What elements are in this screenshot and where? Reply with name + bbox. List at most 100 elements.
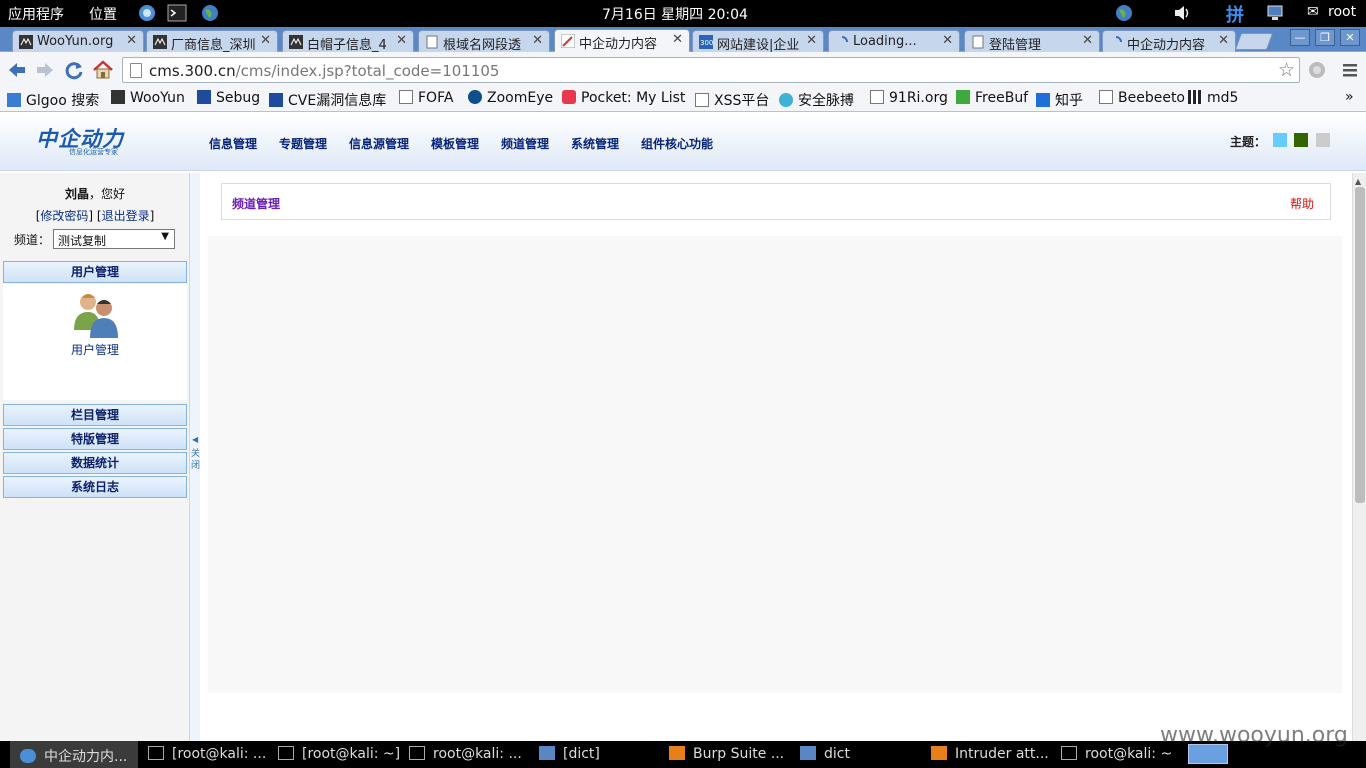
network-connection-icon[interactable] — [1265, 3, 1285, 23]
close-icon[interactable]: ✕ — [260, 33, 271, 48]
bookmark-item[interactable]: 91Ri.org — [870, 90, 948, 106]
section-user-management[interactable]: 用户管理 — [3, 261, 187, 283]
search-icon — [7, 93, 21, 107]
close-window-button[interactable]: ✕ — [1340, 29, 1360, 46]
theme-swatch-green[interactable] — [1294, 133, 1308, 147]
taskbar-window[interactable]: root@kali: ... — [409, 741, 531, 768]
bookmark-item[interactable]: Pocket: My List — [562, 90, 685, 106]
close-icon[interactable]: ✕ — [806, 33, 817, 48]
nav-template-management[interactable]: 模板管理 — [431, 135, 479, 152]
taskbar-window[interactable]: [dict] — [539, 741, 661, 768]
taskbar-window[interactable]: Intruder att... — [931, 741, 1053, 768]
bookmark-item[interactable]: FOFA — [399, 90, 453, 106]
bookmark-star-icon[interactable]: ☆ — [1278, 59, 1295, 81]
applications-menu[interactable]: 应用程序 — [8, 4, 64, 24]
close-icon[interactable]: ✕ — [126, 33, 137, 48]
bookmark-item[interactable]: Beebeeto — [1099, 90, 1185, 106]
bookmark-item[interactable]: XSS平台 — [695, 90, 769, 110]
section-data-statistics[interactable]: 数据统计 — [3, 452, 187, 474]
bookmarks-overflow-button[interactable]: » — [1345, 89, 1354, 105]
taskbar-window[interactable]: Burp Suite ... — [669, 741, 791, 768]
bookmark-item[interactable]: FreeBuf — [956, 90, 1028, 106]
extension-globe-icon[interactable] — [1306, 59, 1328, 81]
watermark: www.wooyun.org — [1160, 723, 1348, 748]
browser-tab[interactable]: 300 网站建设|企业 ✕ — [692, 30, 824, 52]
browser-tab[interactable]: 登陆管理 ✕ — [964, 30, 1100, 52]
close-icon[interactable]: ✕ — [396, 33, 407, 48]
restore-window-button[interactable]: ❐ — [1315, 29, 1335, 46]
network-globe-icon[interactable] — [1114, 3, 1134, 23]
browser-launcher-icon[interactable] — [137, 3, 157, 23]
minimize-window-button[interactable]: — — [1290, 29, 1310, 46]
bookmark-item[interactable]: CVE漏洞信息库 — [269, 90, 386, 110]
bookmark-item[interactable]: ZoomEye — [468, 90, 553, 106]
browser-tab[interactable]: 根域名网段透 ✕ — [418, 30, 550, 52]
browser-tab[interactable]: 白帽子信息_4 ✕ — [282, 30, 414, 52]
browser-tab[interactable]: WooYun.org ✕ — [12, 30, 144, 52]
nav-info-management[interactable]: 信息管理 — [209, 135, 257, 152]
bookmark-item[interactable]: Glgoo 搜索 — [7, 90, 99, 110]
breadcrumb: 频道管理 帮助 — [221, 183, 1331, 220]
theme-swatch-gray[interactable] — [1316, 133, 1330, 147]
nav-channel-management[interactable]: 频道管理 — [501, 135, 549, 152]
nav-source-management[interactable]: 信息源管理 — [349, 135, 409, 152]
globe-launcher-icon[interactable] — [200, 3, 220, 23]
address-bar[interactable]: cms.300.cn/cms/index.jsp?total_code=1011… — [122, 57, 1300, 83]
places-menu[interactable]: 位置 — [89, 4, 117, 24]
reload-icon[interactable] — [63, 59, 85, 81]
breadcrumb-current[interactable]: 频道管理 — [232, 195, 280, 212]
section-column-management[interactable]: 栏目管理 — [3, 404, 187, 426]
logout-link[interactable]: 退出登录 — [102, 209, 150, 223]
taskbar-window[interactable]: [root@kali: ~] — [278, 741, 400, 768]
scroll-up-arrow-icon[interactable]: ▲ — [1355, 177, 1361, 186]
back-arrow-icon[interactable] — [6, 59, 28, 81]
url-text[interactable]: cms.300.cn/cms/index.jsp?total_code=1011… — [149, 62, 499, 80]
bookmark-item[interactable]: 知乎 — [1036, 90, 1083, 110]
home-icon[interactable] — [92, 59, 114, 81]
section-system-log[interactable]: 系统日志 — [3, 476, 187, 498]
browser-tab[interactable]: Loading... ✕ — [828, 30, 960, 52]
section-special-edition[interactable]: 特版管理 — [3, 428, 187, 450]
new-tab-button[interactable] — [1234, 33, 1274, 50]
site-300-favicon-icon: 300 — [699, 35, 713, 49]
forward-arrow-icon[interactable] — [34, 59, 56, 81]
collapse-arrow-icon: ◀ — [192, 435, 199, 444]
vertical-scrollbar[interactable]: ▲ — [1352, 173, 1366, 741]
channel-select[interactable]: 测试复制 ▼ — [53, 229, 175, 249]
nav-system-management[interactable]: 系统管理 — [571, 135, 619, 152]
clock[interactable]: 7月16日 星期四 20:04 — [602, 4, 748, 24]
input-method-indicator[interactable]: 拼 — [1226, 1, 1244, 27]
close-icon[interactable]: ✕ — [942, 33, 953, 48]
bookmark-item[interactable]: md5 — [1188, 90, 1238, 106]
close-icon[interactable]: ✕ — [1218, 33, 1229, 48]
taskbar-window[interactable]: [root@kali: ... — [148, 741, 270, 768]
browser-tab[interactable]: 中企动力内容 ✕ — [1102, 30, 1236, 52]
bookmark-item[interactable]: Sebug — [197, 90, 260, 106]
volume-icon[interactable] — [1172, 3, 1192, 23]
theme-swatch-blue[interactable] — [1273, 133, 1287, 147]
user-menu[interactable]: root — [1328, 4, 1356, 20]
taskbar-window[interactable]: dict — [800, 741, 922, 768]
bookmark-item[interactable]: 安全脉搏 — [779, 90, 854, 110]
chat-status-icon[interactable]: ✉ — [1307, 4, 1319, 20]
users-icon[interactable] — [70, 290, 122, 338]
browser-tab[interactable]: 厂商信息_深圳 ✕ — [146, 30, 278, 52]
close-icon[interactable]: ✕ — [1082, 33, 1093, 48]
browser-tab-active[interactable]: 中企动力内容 ✕ — [554, 29, 690, 53]
nav-topic-management[interactable]: 专题管理 — [279, 135, 327, 152]
terminal-launcher-icon[interactable] — [167, 3, 187, 23]
zhihu-icon — [1036, 93, 1050, 107]
close-icon[interactable]: ✕ — [532, 33, 543, 48]
close-icon[interactable]: ✕ — [672, 32, 683, 47]
menu-icon[interactable] — [1339, 59, 1361, 81]
scrollbar-thumb[interactable] — [1355, 187, 1365, 503]
bookmark-item[interactable]: WooYun — [111, 90, 185, 106]
md5-icon — [1188, 90, 1202, 104]
taskbar-window[interactable]: 中企动力内... — [10, 741, 138, 768]
nav-core-components[interactable]: 组件核心功能 — [641, 135, 713, 152]
sidebar-collapse-toggle[interactable]: ◀ 关闭 — [190, 173, 200, 741]
help-link[interactable]: 帮助 — [1290, 195, 1314, 212]
change-password-link[interactable]: 修改密码 — [40, 209, 88, 223]
chrome-icon — [20, 749, 36, 763]
user-management-link[interactable]: 用户管理 — [3, 341, 187, 358]
